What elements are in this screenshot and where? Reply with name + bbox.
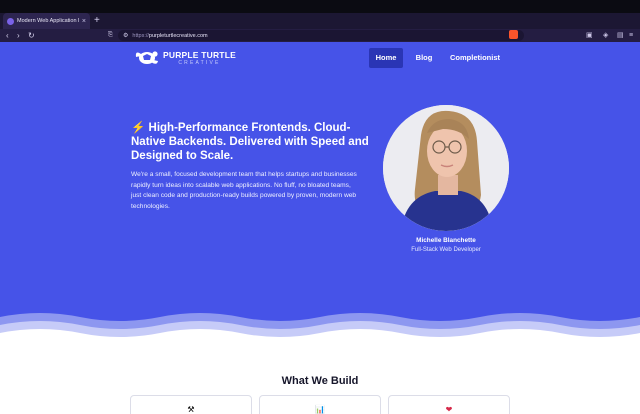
logo-subtitle: CREATIVE — [178, 60, 221, 66]
favicon-icon — [7, 17, 14, 25]
turtle-icon — [135, 51, 158, 64]
address-bar[interactable]: ⚙ https://purpleturtlecreative.com — [118, 30, 524, 41]
team-member-name: Michelle Blanchette — [416, 237, 476, 244]
tab-title: Modern Web Application Dev — [17, 18, 79, 24]
url-protocol: https:// — [132, 32, 149, 39]
browser-tab[interactable]: Modern Web Application Dev × — [3, 13, 90, 29]
service-card[interactable]: ⚒ — [130, 395, 252, 414]
close-tab-icon[interactable]: × — [82, 18, 86, 25]
hero-wave-divider — [0, 313, 640, 345]
portrait-image — [383, 105, 509, 231]
nav-blog[interactable]: Blog — [410, 48, 438, 68]
tools-icon: ⚒ — [187, 405, 195, 414]
wallet-icon[interactable]: ◈ — [603, 29, 608, 42]
section-heading: What We Build — [281, 375, 359, 387]
nav-completionist[interactable]: Completionist — [446, 48, 504, 68]
forward-icon[interactable]: › — [17, 29, 20, 42]
nav-home[interactable]: Home — [369, 48, 403, 68]
hero-description: We're a small, focused development team … — [131, 171, 357, 210]
logo-text: PURPLE TURTLE CREATIVE — [163, 50, 236, 66]
reload-icon[interactable]: ↻ — [28, 29, 35, 42]
team-member-photo — [383, 105, 509, 231]
service-card[interactable]: ❤ — [388, 395, 510, 414]
site-info-icon[interactable]: ⚙ — [123, 32, 128, 39]
team-member-role: Full-Stack Web Developer — [411, 247, 481, 253]
site-logo[interactable]: PURPLE TURTLE CREATIVE — [133, 48, 236, 68]
brave-shield-icon[interactable] — [509, 30, 518, 39]
tab-strip: Modern Web Application Dev × + — [0, 13, 640, 29]
bar-chart-icon: 📊 — [315, 405, 325, 414]
os-top-bar — [0, 0, 640, 13]
bookmark-icon[interactable]: ⎘ — [108, 29, 113, 42]
extensions-icon[interactable]: ▣ — [586, 29, 593, 42]
hero-headline: ⚡ High-Performance Frontends. Cloud-Nati… — [131, 122, 369, 162]
browser-toolbar: ‹ › ↻ ⎘ ⚙ https://purpleturtlecreative.c… — [0, 29, 640, 42]
menu-icon[interactable]: ≡ — [629, 29, 633, 42]
heart-icon: ❤ — [445, 405, 453, 414]
logo-wordmark: PURPLE TURTLE — [163, 50, 236, 60]
service-card[interactable]: 📊 — [259, 395, 381, 414]
url-domain: purpleturtlecreative.com — [148, 32, 208, 39]
new-tab-button[interactable]: + — [94, 15, 100, 27]
sidebar-icon[interactable]: ▤ — [617, 29, 624, 42]
back-icon[interactable]: ‹ — [6, 29, 9, 42]
url-text: https://purpleturtlecreative.com — [132, 33, 207, 39]
